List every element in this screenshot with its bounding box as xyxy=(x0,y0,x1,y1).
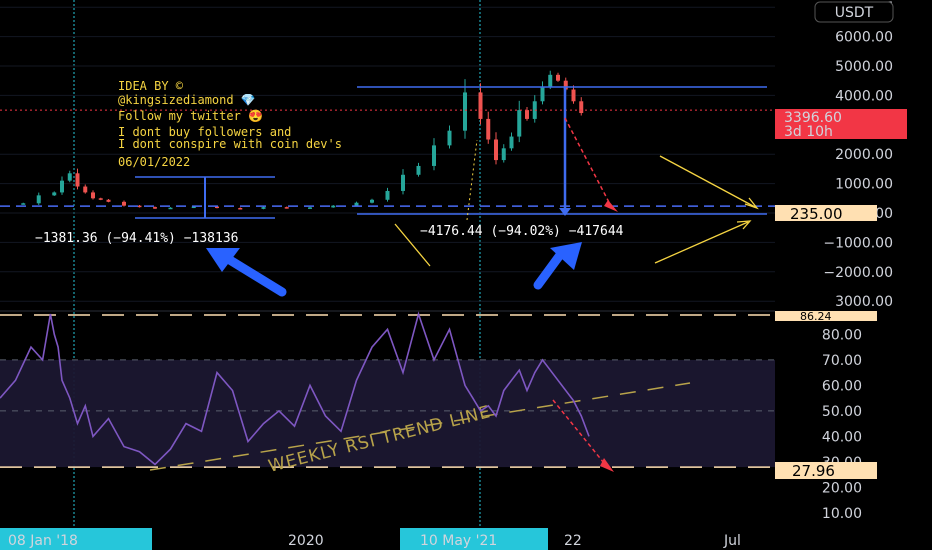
candle-body xyxy=(52,192,57,196)
candle-body xyxy=(517,110,522,137)
last-price-countdown: 3d 10h xyxy=(784,124,833,140)
candle-body xyxy=(579,101,584,114)
price-tick-label: 6000.00 xyxy=(835,30,893,46)
candle-body xyxy=(60,180,64,193)
candle-body xyxy=(540,86,545,102)
price-tick-label: −2000.00 xyxy=(823,265,893,281)
rsi-tick-label: 10.00 xyxy=(822,506,862,522)
candle-body xyxy=(370,199,374,203)
price-tick-label: 5000.00 xyxy=(835,59,893,75)
candle-body xyxy=(447,130,452,146)
candle-body xyxy=(501,148,506,161)
candle-body xyxy=(571,89,576,102)
idea-line-2: @kingsizediamond 💎 xyxy=(118,93,256,107)
time-label-0: 08 Jan '18 xyxy=(8,533,78,549)
rsi-tick-label: 20.00 xyxy=(822,480,862,496)
measure-left-label: −1381.36 (−94.41%) −138136 xyxy=(35,231,239,246)
candle-body xyxy=(308,207,312,209)
idea-line-5: I dont conspire with coin dev's xyxy=(118,137,342,151)
time-label-3: 22 xyxy=(564,533,582,549)
price-tick-label: −1000.00 xyxy=(823,235,893,251)
last-price-badge: 3396.60 3d 10h xyxy=(775,109,907,140)
candle-body xyxy=(478,92,483,119)
candle-body xyxy=(401,174,405,191)
candle-body xyxy=(486,118,491,140)
price-tick-label: 1000.00 xyxy=(835,177,893,193)
candle-body xyxy=(75,173,80,187)
candle-body xyxy=(284,207,289,209)
candle-body xyxy=(153,207,157,209)
candle-body xyxy=(463,92,467,131)
idea-line-1: IDEA BY © xyxy=(118,79,184,93)
rsi-level-badge: 27.96 xyxy=(775,462,877,480)
rsi-level-badge-value: 27.96 xyxy=(792,462,835,480)
candle-body xyxy=(494,139,498,161)
candle-body xyxy=(122,201,126,206)
time-label-4: Jul xyxy=(723,533,741,549)
measure-right-label: −4176.44 (−94.02%) −417644 xyxy=(420,224,624,239)
candle-body xyxy=(525,110,529,119)
level-badge-value: 235.00 xyxy=(790,205,843,223)
candle-body xyxy=(137,205,142,208)
candle-body xyxy=(98,198,103,200)
candle-body xyxy=(83,186,88,193)
trading-chart[interactable]: IDEA BY © @kingsizediamond 💎 Follow my t… xyxy=(0,0,932,550)
price-tick-label: 4000.00 xyxy=(835,88,893,104)
candle-body xyxy=(432,145,436,166)
candle-body xyxy=(238,208,243,210)
currency-button-label: USDT xyxy=(835,5,874,21)
candle-body xyxy=(36,195,41,204)
candle-body xyxy=(331,205,336,208)
candle-body xyxy=(509,136,514,149)
candle-body xyxy=(91,192,95,199)
idea-line-3: Follow my twitter 😍 xyxy=(118,109,263,123)
rsi-top-badge-value: 86.24 xyxy=(800,310,832,323)
candle-body xyxy=(416,165,421,175)
time-label-2: 10 May '21 xyxy=(420,533,497,549)
candle-body xyxy=(168,207,173,210)
time-label-1: 2020 xyxy=(288,533,324,549)
rsi-tick-label: 70.00 xyxy=(822,353,862,369)
candle-body xyxy=(106,199,111,202)
rsi-tick-label: 50.00 xyxy=(822,404,862,420)
rsi-tick-label: 40.00 xyxy=(822,429,862,445)
rsi-tick-label: 60.00 xyxy=(822,378,862,394)
rsi-tick-label: 80.00 xyxy=(822,327,862,343)
candle-body xyxy=(67,173,72,181)
candle-body xyxy=(261,207,266,209)
price-tick-label: 3000.00 xyxy=(835,294,893,310)
level-badge: 235.00 xyxy=(775,205,877,223)
rsi-band xyxy=(0,359,775,468)
currency-button[interactable]: USDT xyxy=(814,1,894,23)
idea-line-6: 06/01/2022 xyxy=(118,155,190,169)
price-tick-label: 2000.00 xyxy=(835,147,893,163)
candle-body xyxy=(548,74,553,87)
candle-body xyxy=(354,202,359,206)
candle-body xyxy=(385,190,390,200)
candle-body xyxy=(556,74,560,81)
candle-body xyxy=(21,203,26,205)
